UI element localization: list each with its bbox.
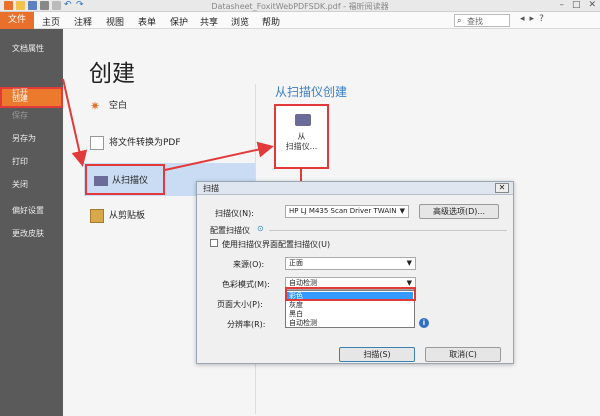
resolution-label: 分辨率(R): [227,320,266,329]
scan-button[interactable]: 扫描(S) [339,347,415,362]
scanner-label: 扫描仪(N): [215,209,254,218]
scanner-select-value: HP LJ M435 Scan Driver TWAIN [289,207,397,215]
cancel-button[interactable]: 取消(C) [425,347,501,362]
scan-dialog: 扫描 ✕ 扫描仪(N): HP LJ M435 Scan Driver TWAI… [196,181,514,364]
dropdown-option-auto[interactable]: 自动检测 [289,318,317,328]
section-title: 配置扫描仪 [210,226,250,235]
advanced-options-button[interactable]: 高级选项(D)... [419,204,499,219]
use-ui-checkbox[interactable] [210,239,218,247]
info-icon[interactable]: i [419,318,429,328]
page-size-label: 页面大小(P): [217,300,263,309]
dialog-titlebar: 扫描 ✕ [197,182,513,195]
collapse-icon[interactable]: ⊙ [257,224,264,233]
source-select-value: 正面 [289,259,303,267]
dialog-title: 扫描 [203,184,219,193]
section-divider [269,230,507,231]
color-mode-label: 色彩模式(M): [222,280,270,289]
dropdown-highlight-box [285,287,416,301]
color-mode-select-value: 自动检测 [289,279,317,287]
chevron-down-icon: ▼ [399,207,405,215]
chevron-down-icon: ▼ [406,259,412,267]
source-select[interactable]: 正面 ▼ [285,257,416,270]
use-ui-checkbox-label: 使用扫描仪界面配置扫描仪(U) [222,240,331,249]
source-label: 来源(O): [233,260,265,269]
scanner-select[interactable]: HP LJ M435 Scan Driver TWAIN ▼ [285,205,409,218]
dialog-close-icon[interactable]: ✕ [495,183,509,193]
